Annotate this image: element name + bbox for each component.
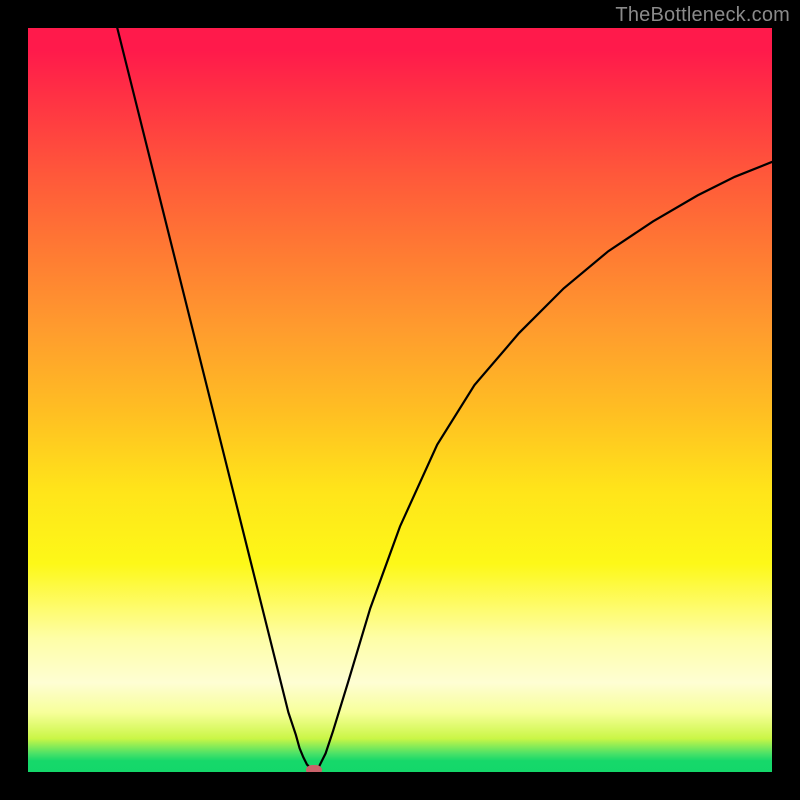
watermark-text: TheBottleneck.com — [615, 4, 790, 27]
chart-curve — [28, 28, 772, 772]
chart-plot-area — [28, 28, 772, 772]
chart-optimal-marker — [306, 765, 322, 772]
chart-frame: TheBottleneck.com — [0, 0, 800, 800]
chart-curve-path — [117, 28, 772, 768]
